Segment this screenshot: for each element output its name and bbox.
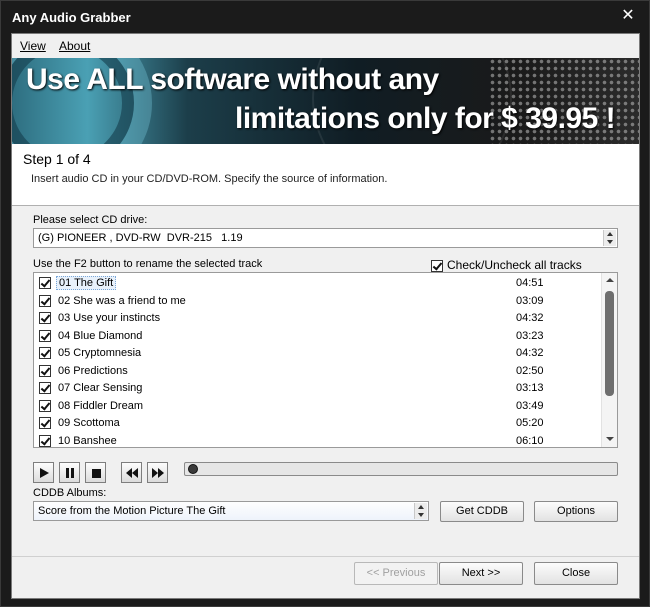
step-header: Step 1 of 4 Insert audio CD in your CD/D… [12, 144, 639, 206]
track-checkbox[interactable] [39, 347, 51, 359]
track-name: 06 Predictions [58, 364, 128, 377]
track-duration: 03:49 [516, 399, 544, 412]
track-list-scrollbar[interactable] [601, 273, 617, 447]
cd-drive-select[interactable]: (G) PIONEER , DVD-RW DVR-215 1.19 [33, 228, 618, 248]
track-row[interactable]: 04 Blue Diamond 03:23 [34, 327, 602, 345]
close-button[interactable]: Close [534, 562, 618, 585]
chevron-updown-icon[interactable] [414, 503, 427, 519]
track-checkbox[interactable] [39, 294, 51, 307]
track-row[interactable]: 05 Cryptomnesia 04:32 [34, 344, 602, 362]
rename-hint: Use the F2 button to rename the selected… [33, 258, 263, 270]
check-all-toggle[interactable]: Check/Uncheck all tracks [431, 258, 582, 272]
banner-headline-2: limitations only for $ 39.95 ! [235, 102, 616, 135]
step-title: Step 1 of 4 [23, 151, 91, 167]
track-name: 02 She was a friend to me [58, 294, 186, 307]
app-window: Any Audio Grabber ✕ View About Use ALL s… [0, 0, 650, 607]
track-row[interactable]: 02 She was a friend to me 03:09 [34, 292, 602, 310]
stop-icon [92, 469, 101, 478]
scroll-up-icon[interactable] [602, 273, 617, 287]
track-name: 10 Banshee [58, 434, 117, 447]
track-checkbox[interactable] [39, 312, 51, 324]
pause-button[interactable] [59, 462, 80, 483]
client-area: View About Use ALL software without any … [11, 33, 640, 599]
rewind-button[interactable] [121, 462, 142, 483]
fast-forward-icon [152, 468, 164, 478]
track-row[interactable]: 01 The Gift 04:51 [34, 274, 602, 292]
track-duration: 03:23 [516, 329, 544, 342]
pause-icon [66, 468, 74, 478]
cddb-album-select[interactable]: Score from the Motion Picture The Gift [33, 501, 429, 521]
track-name: 01 The Gift [56, 276, 117, 290]
close-icon[interactable]: ✕ [619, 7, 637, 25]
track-checkbox[interactable] [39, 434, 51, 447]
track-duration: 02:50 [516, 364, 544, 377]
menu-about[interactable]: About [59, 39, 90, 53]
track-checkbox[interactable] [39, 417, 51, 429]
banner-headline-1: Use ALL software without any [26, 63, 439, 96]
track-duration: 04:51 [516, 277, 544, 289]
track-row[interactable]: 09 Scottoma 05:20 [34, 414, 602, 432]
track-checkbox[interactable] [39, 364, 51, 377]
track-name: 05 Cryptomnesia [58, 347, 142, 359]
options-button[interactable]: Options [534, 501, 618, 522]
next-button[interactable]: Next >> [439, 562, 523, 585]
cddb-album-value: Score from the Motion Picture The Gift [38, 505, 226, 517]
footer-divider [12, 556, 639, 557]
cddb-label: CDDB Albums: [33, 487, 107, 499]
menu-view[interactable]: View [20, 39, 46, 53]
stop-button[interactable] [85, 462, 106, 483]
track-row[interactable]: 08 Fiddler Dream 03:49 [34, 397, 602, 415]
track-checkbox[interactable] [39, 329, 51, 342]
previous-button[interactable]: << Previous [354, 562, 438, 585]
track-checkbox[interactable] [39, 382, 51, 394]
scroll-down-icon[interactable] [602, 433, 617, 447]
track-duration: 04:32 [516, 312, 544, 324]
track-duration: 04:32 [516, 347, 544, 359]
track-name: 03 Use your instincts [58, 312, 161, 324]
track-row[interactable]: 06 Predictions 02:50 [34, 362, 602, 380]
track-row[interactable]: 07 Clear Sensing 03:13 [34, 379, 602, 397]
drive-label: Please select CD drive: [33, 214, 148, 226]
track-name: 09 Scottoma [58, 417, 120, 429]
rewind-icon [126, 468, 138, 478]
window-title: Any Audio Grabber [12, 10, 131, 25]
seek-slider[interactable] [184, 462, 618, 476]
track-row[interactable]: 03 Use your instincts 04:32 [34, 309, 602, 327]
track-checkbox[interactable] [39, 277, 51, 289]
promo-banner[interactable]: Use ALL software without any limitations… [12, 58, 639, 144]
track-list[interactable]: 01 The Gift 04:51 02 She was a friend to m… [33, 272, 618, 448]
track-duration: 06:10 [516, 434, 544, 447]
track-duration: 03:13 [516, 382, 544, 394]
track-duration: 05:20 [516, 417, 544, 429]
track-name: 07 Clear Sensing [58, 382, 143, 394]
get-cddb-button[interactable]: Get CDDB [440, 501, 524, 522]
step-description: Insert audio CD in your CD/DVD-ROM. Spec… [31, 173, 388, 185]
cd-drive-value: (G) PIONEER , DVD-RW DVR-215 1.19 [38, 232, 243, 244]
menu-bar: View About [12, 34, 639, 56]
chevron-updown-icon[interactable] [603, 230, 616, 246]
title-bar[interactable]: Any Audio Grabber ✕ [1, 1, 649, 33]
track-duration: 03:09 [516, 294, 544, 307]
seek-knob[interactable] [188, 464, 198, 474]
scroll-thumb[interactable] [605, 291, 614, 396]
track-row[interactable]: 10 Banshee 06:10 [34, 432, 602, 448]
track-name: 04 Blue Diamond [58, 329, 143, 342]
track-checkbox[interactable] [39, 399, 51, 412]
checkbox-icon[interactable] [431, 259, 443, 272]
check-all-label: Check/Uncheck all tracks [447, 258, 582, 272]
play-button[interactable] [33, 462, 54, 483]
track-name: 08 Fiddler Dream [58, 399, 143, 412]
fast-forward-button[interactable] [147, 462, 168, 483]
play-icon [40, 468, 49, 478]
